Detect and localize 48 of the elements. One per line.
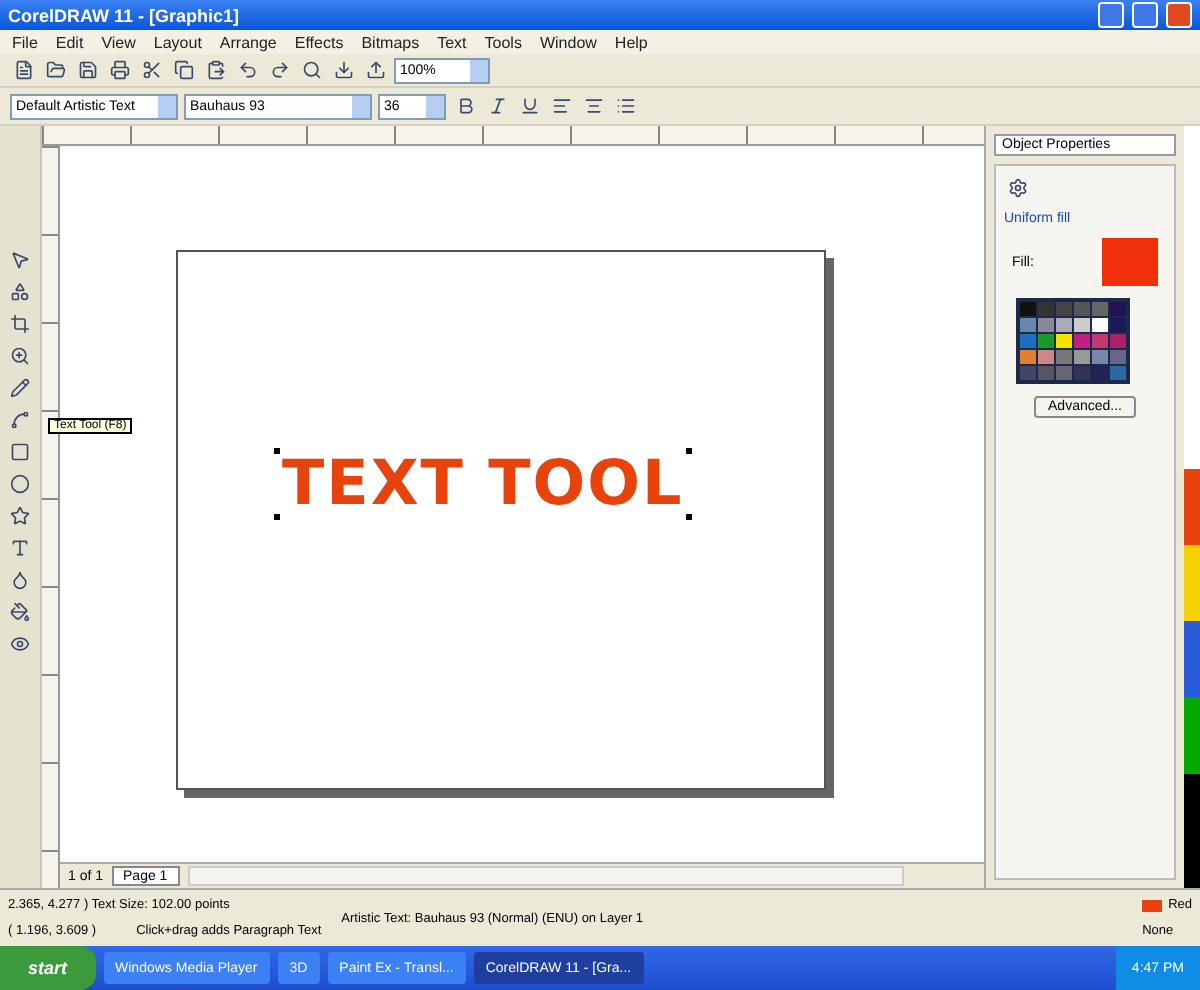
tool-button[interactable] (7, 502, 33, 528)
tool-button[interactable] (7, 598, 33, 624)
tool-button[interactable] (7, 470, 33, 496)
selection-handle[interactable] (685, 448, 692, 454)
menu-item[interactable]: Arrange (219, 33, 277, 51)
tool-button[interactable] (7, 278, 33, 304)
toolbar-button[interactable] (298, 57, 324, 83)
menu-item[interactable]: Help (614, 33, 648, 51)
fill-swatch (1102, 238, 1158, 286)
start-button[interactable]: start (0, 946, 96, 990)
tool-button[interactable] (7, 310, 33, 336)
toolbar-button[interactable] (42, 57, 68, 83)
toolbar-button[interactable] (234, 57, 260, 83)
menu-item[interactable]: Effects (294, 33, 344, 51)
selection-handle[interactable] (685, 514, 692, 520)
menu-item[interactable]: View (101, 33, 136, 51)
fill-indicator (1142, 899, 1163, 911)
window-title: CorelDRAW 11 - [Graphic1] (8, 5, 240, 25)
close-button[interactable] (1166, 2, 1192, 28)
menu-item[interactable]: Window (539, 33, 597, 51)
toolbar-button[interactable] (170, 57, 196, 83)
tool-button[interactable] (7, 406, 33, 432)
minimize-button[interactable] (1098, 2, 1124, 28)
tool-button[interactable] (7, 566, 33, 592)
menu-item[interactable]: Layout (153, 33, 202, 51)
format-button[interactable] (548, 93, 574, 119)
selection-handle[interactable] (274, 448, 280, 454)
tool-button[interactable] (7, 438, 33, 464)
toolbar-button[interactable] (330, 57, 356, 83)
toolbar-button[interactable] (74, 57, 100, 83)
menu-item[interactable]: Text (437, 33, 467, 51)
tool-button[interactable] (7, 342, 33, 368)
tool-button[interactable] (7, 374, 33, 400)
menu-item[interactable]: File (12, 33, 38, 51)
maximize-button[interactable] (1132, 2, 1158, 28)
selection-handle[interactable] (274, 514, 280, 520)
horizontal-scrollbar[interactable] (187, 866, 904, 886)
toolbar-button[interactable] (106, 57, 132, 83)
artistic-text[interactable]: TEXT TOOL (282, 448, 684, 520)
menu-item[interactable]: Tools (484, 33, 522, 51)
toolbar-button[interactable] (362, 57, 388, 83)
color-palette[interactable] (1016, 298, 1130, 384)
color-palette-strip[interactable] (1184, 126, 1200, 888)
toolbar-button[interactable] (138, 57, 164, 83)
format-button[interactable] (580, 93, 606, 119)
menu-item[interactable]: Bitmaps (361, 33, 420, 51)
settings-icon[interactable] (1004, 174, 1030, 200)
menu-item[interactable]: Edit (55, 33, 84, 51)
